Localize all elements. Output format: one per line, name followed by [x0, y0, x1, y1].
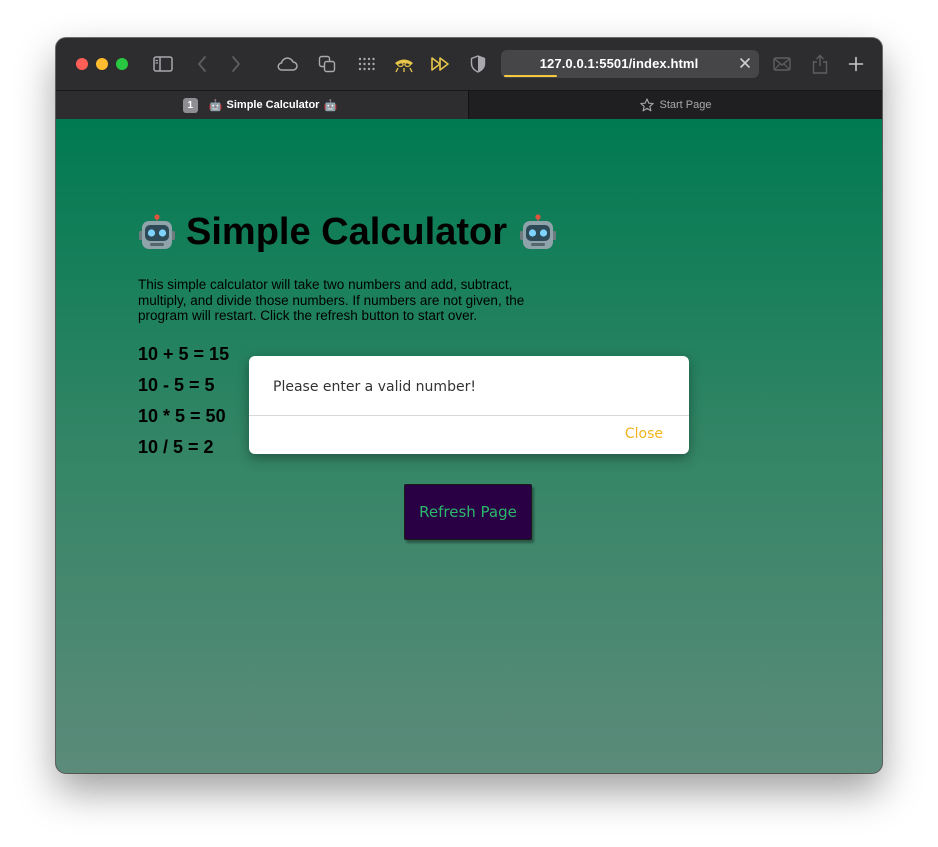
shield-icon[interactable]	[466, 52, 490, 76]
result-addition: 10 + 5 = 15	[138, 344, 230, 364]
robot-icon: 🤖	[323, 99, 338, 112]
back-icon[interactable]	[190, 52, 214, 76]
tab-bar: 1 🤖 Simple Calculator 🤖 Start Page	[56, 90, 882, 119]
tab-start-page[interactable]: Start Page	[469, 91, 882, 119]
tab-simple-calculator[interactable]: 1 🤖 Simple Calculator 🤖	[56, 91, 468, 119]
refresh-page-button[interactable]: Refresh Page	[404, 484, 532, 540]
robot-icon	[139, 213, 175, 249]
results-list: 10 + 5 = 15 10 - 5 = 5 10 * 5 = 50 10 / …	[138, 343, 229, 467]
url-text: 127.0.0.1:5501/index.html	[539, 56, 699, 71]
browser-toolbar: 127.0.0.1:5501/index.html	[56, 38, 882, 90]
page-description: This simple calculator will take two num…	[138, 277, 525, 323]
dialog-divider	[249, 415, 689, 416]
mail-icon[interactable]	[770, 52, 794, 76]
grid-icon[interactable]	[355, 52, 379, 76]
fast-forward-icon[interactable]	[429, 52, 453, 76]
result-division: 10 / 5 = 2	[138, 437, 214, 457]
close-window-button[interactable]	[76, 58, 88, 70]
robot-icon	[519, 213, 556, 249]
browser-window: 127.0.0.1:5501/index.html 1 🤖 Simple Cal…	[56, 38, 882, 773]
share-icon[interactable]	[808, 52, 832, 76]
cloud-icon[interactable]	[275, 52, 299, 76]
tab-title: Start Page	[659, 99, 712, 111]
extension-mask-icon[interactable]	[392, 52, 416, 76]
alert-message: Please enter a valid number!	[273, 379, 476, 395]
robot-icon: 🤖	[208, 99, 223, 112]
tab-number-badge: 1	[182, 97, 198, 113]
page-title: Simple Calculator	[138, 211, 557, 254]
tab-title: Simple Calculator	[226, 99, 320, 111]
tab-overview-icon[interactable]	[315, 52, 339, 76]
star-icon	[639, 98, 654, 112]
page-load-progress	[504, 75, 557, 77]
dialog-close-button[interactable]: Close	[625, 426, 663, 442]
zoom-window-button[interactable]	[116, 58, 128, 70]
result-multiplication: 10 * 5 = 50	[138, 406, 226, 426]
page-title-text: Simple Calculator	[186, 211, 507, 253]
sidebar-icon[interactable]	[151, 52, 175, 76]
result-subtraction: 10 - 5 = 5	[138, 375, 215, 395]
minimize-window-button[interactable]	[96, 58, 108, 70]
address-bar[interactable]: 127.0.0.1:5501/index.html	[501, 50, 759, 78]
new-tab-icon[interactable]	[844, 52, 868, 76]
stop-loading-icon[interactable]	[739, 56, 751, 75]
alert-dialog: Please enter a valid number! Close	[249, 356, 689, 454]
page-content: Simple Calculator This simple calculator…	[56, 119, 882, 773]
forward-icon[interactable]	[224, 52, 248, 76]
